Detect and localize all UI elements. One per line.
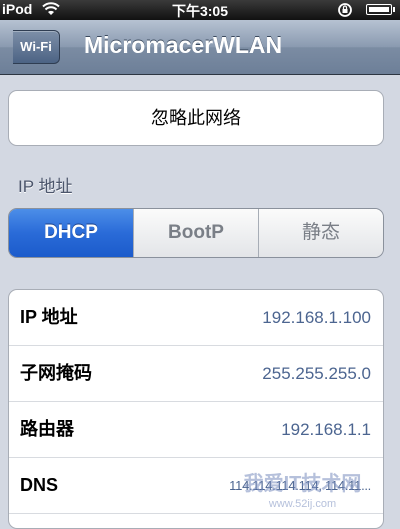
segment-static[interactable]: 静态 xyxy=(258,209,383,257)
row-label: 路由器 xyxy=(20,419,74,439)
navigation-bar: Wi-Fi MicromacerWLAN xyxy=(0,20,400,75)
back-button-label: Wi-Fi xyxy=(20,39,52,54)
back-button-wifi[interactable]: Wi-Fi xyxy=(13,30,60,64)
orientation-lock-icon xyxy=(338,3,352,17)
segment-bootp[interactable]: BootP xyxy=(133,209,258,257)
ip-mode-segmented-control: DHCP BootP 静态 xyxy=(8,208,384,258)
page-title: MicromacerWLAN xyxy=(84,32,283,58)
row-label: DNS xyxy=(20,475,59,495)
row-value: 192.168.1.100 xyxy=(262,308,371,327)
ip-address-section-header: IP 地址 xyxy=(18,177,73,196)
segment-dhcp[interactable]: DHCP xyxy=(9,209,133,257)
battery-icon xyxy=(366,4,395,15)
row-value: 192.168.1.1 xyxy=(281,420,371,439)
watermark-url: www.52ij.com xyxy=(268,498,337,510)
watermark-text: 我爱IT技术网 xyxy=(243,473,362,495)
table-row-router: 路由器 192.168.1.1 xyxy=(9,402,383,458)
row-label: 子网掩码 xyxy=(20,363,92,383)
status-bar: iPod 下午3:05 xyxy=(0,0,400,20)
table-row-subnet-mask: 子网掩码 255.255.255.0 xyxy=(9,346,383,402)
row-value: 255.255.255.0 xyxy=(262,364,371,383)
row-label: IP 地址 xyxy=(20,307,78,327)
forget-network-button[interactable]: 忽略此网络 xyxy=(8,90,384,146)
watermark: 我爱IT技术网 www.52ij.com xyxy=(210,470,395,520)
table-row-ip-address: IP 地址 192.168.1.100 xyxy=(9,290,383,346)
